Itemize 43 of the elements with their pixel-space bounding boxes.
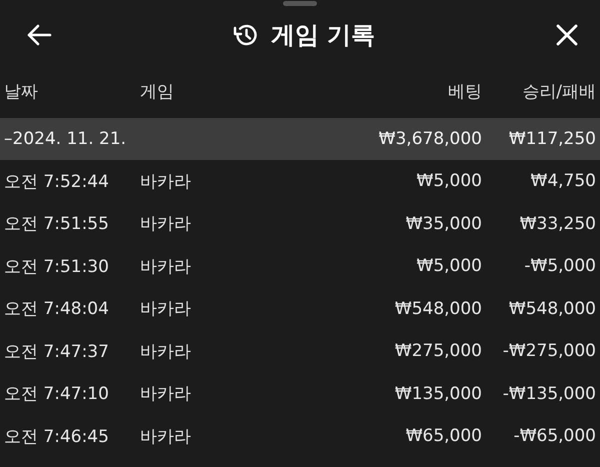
- table-cell-text: ₩5,000: [416, 171, 482, 192]
- table-cell-text: 오전 7:51:30: [4, 256, 110, 278]
- table-cell-text: -₩135,000: [502, 384, 596, 404]
- table-cell-text: 바카라: [140, 298, 192, 320]
- back-button[interactable]: [26, 24, 52, 46]
- date-group-row[interactable]: –2024. 11. 21. ₩3,678,000 ₩117,250: [0, 118, 600, 160]
- table-cell-text: 바카라: [140, 383, 192, 406]
- table-cell-text: ₩275,000: [394, 341, 482, 362]
- table-cell-text: -₩65,000: [512, 426, 596, 446]
- table-cell-text: -₩275,000: [502, 341, 596, 362]
- table-cell-text: ₩35,000: [404, 214, 482, 234]
- drag-handle[interactable]: [283, 1, 317, 6]
- column-header: 베팅: [447, 80, 482, 102]
- close-icon: [556, 24, 578, 46]
- column-header: 날짜: [4, 80, 39, 102]
- close-button[interactable]: [556, 24, 578, 46]
- table-cell-text: ₩4,750: [530, 171, 596, 192]
- table-cell-text: 오전 7:46:45: [4, 426, 110, 448]
- table-cell-text: 바카라: [140, 426, 192, 448]
- table-cell-text: -₩5,000: [523, 256, 596, 276]
- group-result-total: ₩117,250: [508, 129, 596, 149]
- column-header: 승리/패배: [521, 80, 596, 102]
- table-cell-text: 오전 7:48:04: [4, 298, 110, 320]
- table-cell-text: ₩33,250: [518, 214, 596, 234]
- back-arrow-icon: [26, 24, 52, 46]
- table-cell-text: 바카라: [140, 170, 192, 193]
- history-icon: [232, 23, 259, 47]
- table-cell-text: 오전 7:52:44: [4, 170, 110, 193]
- window-title: 게임 기록: [270, 20, 376, 51]
- table-cell-text: ₩548,000: [394, 298, 482, 319]
- table-cell-text: 오전 7:47:37: [4, 340, 110, 363]
- group-bet-total: ₩3,678,000: [378, 129, 482, 149]
- table-cell-text: ₩5,000: [416, 256, 482, 276]
- table-cell-text: ₩135,000: [394, 384, 482, 404]
- column-header: 게임: [140, 80, 175, 102]
- table-cell-text: ₩65,000: [404, 426, 482, 446]
- table-cell-text: 바카라: [140, 340, 192, 363]
- table-cell-text: 오전 7:51:55: [4, 213, 110, 236]
- table-cell-text: ₩548,000: [508, 298, 596, 319]
- table-cell-text: 바카라: [140, 213, 192, 236]
- table-cell-text: 바카라: [140, 256, 192, 278]
- group-date: –2024. 11. 21.: [4, 129, 128, 149]
- table-cell-text: 오전 7:47:10: [4, 383, 110, 406]
